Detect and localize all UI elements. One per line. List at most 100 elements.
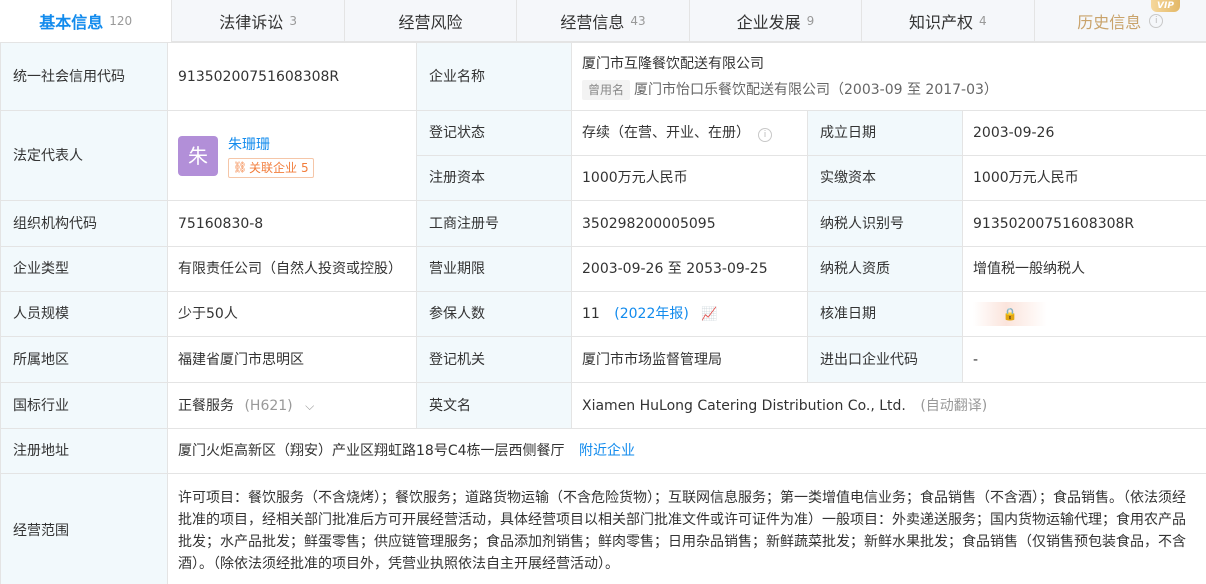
ie-code-value: - — [961, 336, 1206, 383]
tab-label: 企业发展 — [736, 12, 801, 32]
reg-capital-value: 1000万元人民币 — [571, 155, 808, 201]
vip-badge: VIP — [1151, 0, 1180, 12]
table-row: 经营范围 许可项目：餐饮服务（不含烧烤）；餐饮服务；道路货物运输（不含危险货物）… — [0, 473, 1206, 584]
link-icon: ⛓ — [233, 160, 247, 174]
tab-label: 经营信息 — [560, 12, 625, 32]
est-date-value: 2003-09-26 — [961, 110, 1206, 156]
insured-count-cell: 11 (2022年报) 📈 — [571, 291, 808, 337]
paid-capital-value: 1000万元人民币 — [961, 155, 1206, 201]
biz-term-label: 营业期限 — [416, 246, 572, 292]
former-name: 曾用名 厦门市怡口乐餐饮配送有限公司（2003-09 至 2017-03） — [582, 79, 1196, 101]
tab-label: 历史信息 — [1077, 12, 1142, 32]
table-row: 统一社会信用代码 91350200751608308R 企业名称 厦门市互隆餐饮… — [0, 42, 1206, 111]
biz-reg-no-label: 工商注册号 — [416, 200, 572, 247]
tab-count: 4 — [979, 13, 987, 28]
reg-status-value: 存续（在营、开业、在册） — [582, 125, 750, 141]
tab-operating-risk[interactable]: 经营风险 — [345, 0, 518, 41]
annual-report-link[interactable]: (2022年报) — [614, 306, 689, 322]
company-name-value: 厦门市互隆餐饮配送有限公司 — [582, 55, 764, 72]
tab-legal[interactable]: 法律诉讼 3 — [172, 0, 345, 41]
taxpayer-id-label: 纳税人识别号 — [807, 200, 963, 247]
tab-count: 120 — [109, 13, 133, 28]
taxpayer-qual-value: 增值税一般纳税人 — [961, 246, 1206, 292]
ie-code-label: 进出口企业代码 — [807, 336, 963, 383]
table-row: 组织机构代码 75160830-8 工商注册号 350298200005095 … — [0, 200, 1206, 247]
reg-authority-value: 厦门市市场监督管理局 — [571, 336, 808, 383]
paid-capital-label: 实缴资本 — [807, 155, 963, 201]
table-row: 人员规模 少于50人 参保人数 11 (2022年报) 📈 核准日期 🔒 — [0, 291, 1206, 337]
english-name-value: Xiamen HuLong Catering Distribution Co.,… — [582, 397, 906, 414]
staff-size-value: 少于50人 — [167, 291, 417, 337]
region-label: 所属地区 — [0, 336, 168, 383]
english-name-label: 英文名 — [416, 382, 572, 429]
biz-scope-value: 许可项目：餐饮服务（不含烧烤）；餐饮服务；道路货物运输（不含危险货物）；互联网信… — [166, 473, 1206, 584]
chevron-down-icon[interactable]: ⌵ — [305, 399, 314, 413]
lock-icon: 🔒 — [1002, 307, 1018, 321]
biz-scope-label: 经营范围 — [0, 473, 168, 584]
industry-cell[interactable]: 正餐服务 (H621) ⌵ — [167, 382, 417, 429]
tab-label: 法律诉讼 — [219, 12, 284, 32]
info-icon[interactable]: i — [758, 128, 772, 142]
biz-term-value: 2003-09-26 至 2053-09-25 — [571, 246, 808, 292]
legal-rep-cell: 朱 朱珊珊 ⛓ 关联企业 5 — [167, 110, 417, 201]
reg-capital-label: 注册资本 — [416, 155, 572, 201]
reg-address-cell: 厦门火炬高新区（翔安）产业区翔虹路18号C4栋一层西侧餐厅 附近企业 — [166, 428, 1206, 474]
reg-address-value: 厦门火炬高新区（翔安）产业区翔虹路18号C4栋一层西侧餐厅 — [178, 443, 565, 459]
credit-code-value: 91350200751608308R — [167, 42, 417, 111]
company-type-value: 有限责任公司（自然人投资或控股） — [167, 246, 417, 292]
tab-count: 3 — [289, 13, 297, 28]
reg-status-label: 登记状态 — [416, 110, 572, 156]
taxpayer-qual-label: 纳税人资质 — [807, 246, 963, 292]
approval-date-label: 核准日期 — [807, 291, 963, 337]
former-name-value: 厦门市怡口乐餐饮配送有限公司（2003-09 至 2017-03） — [634, 81, 998, 98]
table-row: 国标行业 正餐服务 (H621) ⌵ 英文名 Xiamen HuLong Cat… — [0, 382, 1206, 429]
org-code-value: 75160830-8 — [167, 200, 417, 247]
taxpayer-id-value: 91350200751608308R — [961, 200, 1206, 247]
auto-translate-note: (自动翻译) — [920, 397, 988, 414]
nearby-companies-link[interactable]: 附近企业 — [579, 443, 635, 459]
company-name-label: 企业名称 — [416, 42, 572, 111]
region-value: 福建省厦门市思明区 — [167, 336, 417, 383]
industry-code: (H621) — [244, 397, 293, 414]
tab-basic-info[interactable]: 基本信息 120 — [0, 0, 173, 42]
insured-count-label: 参保人数 — [416, 291, 572, 337]
tab-label: 经营风险 — [398, 12, 463, 32]
related-count: 5 — [300, 160, 309, 175]
former-name-tag: 曾用名 — [582, 79, 631, 100]
tab-label: 知识产权 — [908, 12, 973, 32]
table-row: 注册地址 厦门火炬高新区（翔安）产业区翔虹路18号C4栋一层西侧餐厅 附近企业 — [0, 428, 1206, 474]
tab-bar: 基本信息 120 法律诉讼 3 经营风险 经营信息 43 企业发展 9 知识产权… — [0, 0, 1206, 42]
table-row: 所属地区 福建省厦门市思明区 登记机关 厦门市市场监督管理局 进出口企业代码 - — [0, 336, 1206, 383]
table-row: 企业类型 有限责任公司（自然人投资或控股） 营业期限 2003-09-26 至 … — [0, 246, 1206, 292]
company-name-cell: 厦门市互隆餐饮配送有限公司 曾用名 厦门市怡口乐餐饮配送有限公司（2003-09 … — [570, 42, 1206, 111]
industry-value: 正餐服务 — [178, 397, 234, 414]
basic-info-table: 统一社会信用代码 91350200751608308R 企业名称 厦门市互隆餐饮… — [0, 42, 1206, 584]
tab-label: 基本信息 — [39, 12, 104, 32]
org-code-label: 组织机构代码 — [0, 200, 168, 247]
legal-rep-name-link[interactable]: 朱珊珊 — [228, 134, 314, 156]
related-companies-badge[interactable]: ⛓ 关联企业 5 — [228, 157, 314, 178]
legal-rep-label: 法定代表人 — [0, 110, 168, 201]
tab-development[interactable]: 企业发展 9 — [690, 0, 863, 41]
credit-code-label: 统一社会信用代码 — [0, 42, 168, 111]
english-name-cell: Xiamen HuLong Catering Distribution Co.,… — [570, 382, 1206, 429]
biz-reg-no-value: 350298200005095 — [571, 200, 808, 247]
table-row: 法定代表人 朱 朱珊珊 ⛓ 关联企业 5 登记状态 存续（在营、开业、在册） i … — [0, 110, 1206, 201]
tab-ip[interactable]: 知识产权 4 — [862, 0, 1035, 41]
chart-icon[interactable]: 📈 — [701, 307, 717, 322]
est-date-label: 成立日期 — [807, 110, 963, 156]
reg-status-cell: 存续（在营、开业、在册） i — [571, 110, 808, 156]
related-label: 关联企业 — [248, 160, 297, 175]
avatar[interactable]: 朱 — [178, 135, 218, 176]
company-type-label: 企业类型 — [0, 246, 168, 292]
approval-date-cell: 🔒 — [961, 291, 1206, 337]
tab-operating-info[interactable]: 经营信息 43 — [517, 0, 690, 41]
info-icon[interactable]: i — [1149, 13, 1164, 28]
reg-authority-label: 登记机关 — [416, 336, 572, 383]
vip-locked-value[interactable]: 🔒 — [973, 302, 1047, 326]
insured-count-value: 11 — [582, 305, 600, 322]
reg-address-label: 注册地址 — [0, 428, 168, 474]
tab-count: 9 — [806, 13, 815, 28]
staff-size-label: 人员规模 — [0, 291, 168, 337]
tab-history[interactable]: VIP 历史信息 i — [1035, 0, 1206, 41]
